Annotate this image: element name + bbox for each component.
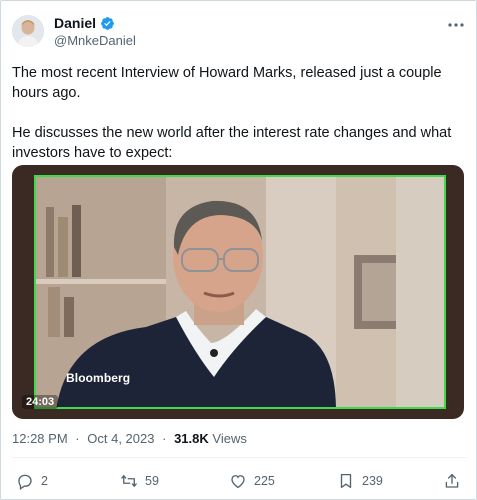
repost-icon bbox=[121, 475, 137, 487]
divider bbox=[12, 457, 467, 458]
tweet-metadata: 12:28 PM · Oct 4, 2023 · 31.8K Views bbox=[12, 431, 247, 446]
author-name-row[interactable]: Daniel bbox=[54, 15, 115, 31]
tweet-paragraph: He discusses the new world after the int… bbox=[12, 125, 452, 161]
video-player[interactable]: Bloomberg 24:03 bbox=[12, 165, 464, 419]
reply-icon bbox=[18, 474, 32, 490]
more-icon[interactable] bbox=[447, 16, 465, 34]
tweet-paragraph: The most recent Interview of Howard Mark… bbox=[12, 65, 442, 101]
bookmark-icon bbox=[340, 473, 352, 489]
tweet-date[interactable]: Oct 4, 2023 bbox=[87, 431, 154, 446]
reply-button[interactable]: 2 bbox=[16, 469, 48, 493]
author-display-name[interactable]: Daniel bbox=[54, 15, 96, 31]
bookmark-count: 239 bbox=[362, 474, 383, 488]
avatar[interactable] bbox=[12, 15, 44, 47]
reply-count: 2 bbox=[41, 474, 48, 488]
like-icon bbox=[231, 475, 245, 489]
video-duration-badge: 24:03 bbox=[22, 395, 59, 409]
meta-separator: · bbox=[162, 431, 167, 446]
like-button[interactable]: 225 bbox=[229, 469, 275, 493]
author-handle[interactable]: @MnkeDaniel bbox=[54, 33, 136, 48]
views-label: Views bbox=[212, 431, 247, 446]
meta-separator: · bbox=[75, 431, 80, 446]
views-count: 31.8K bbox=[174, 431, 209, 446]
bookmark-button[interactable]: 239 bbox=[337, 469, 383, 493]
share-button[interactable] bbox=[443, 469, 461, 493]
tweet-card[interactable]: Daniel @MnkeDaniel The most recent Inter… bbox=[0, 0, 477, 500]
video-frame[interactable]: Bloomberg bbox=[34, 175, 446, 409]
share-icon bbox=[445, 473, 459, 488]
repost-button[interactable]: 59 bbox=[120, 469, 159, 493]
tweet-time[interactable]: 12:28 PM bbox=[12, 431, 68, 446]
tweet-header: Daniel @MnkeDaniel bbox=[12, 13, 467, 53]
action-bar: 2 59 225 239 bbox=[12, 469, 467, 493]
repost-count: 59 bbox=[145, 474, 159, 488]
verified-badge-icon bbox=[100, 16, 115, 31]
like-count: 225 bbox=[254, 474, 275, 488]
media-brand-watermark: Bloomberg bbox=[66, 371, 131, 385]
